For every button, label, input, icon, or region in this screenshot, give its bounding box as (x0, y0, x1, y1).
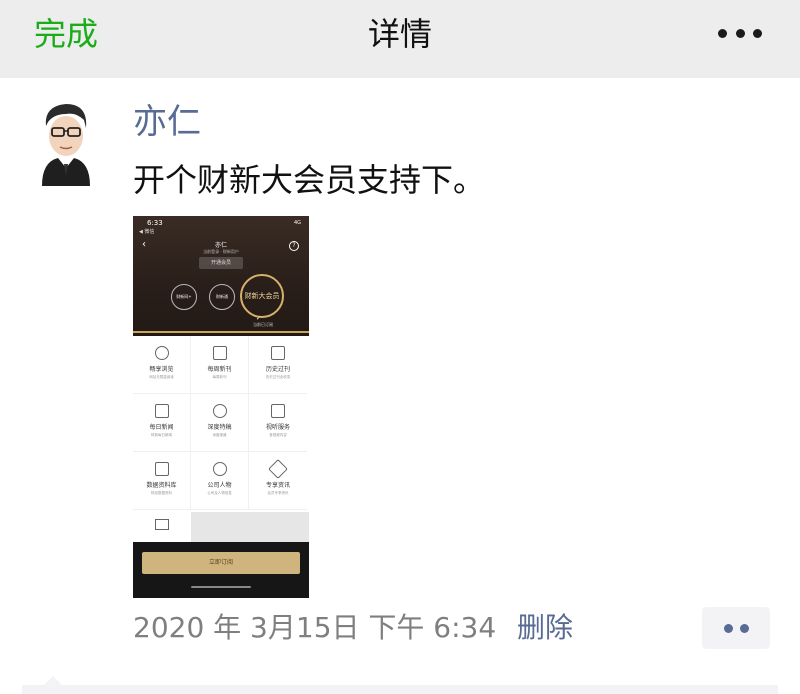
image-feature-sub: 公司及人物信息 (207, 491, 232, 495)
image-profile-name: 亦仁 (214, 242, 227, 249)
image-back-app: ◀ 微信 (139, 229, 155, 235)
author-name[interactable]: 亦仁 (133, 100, 201, 144)
image-feature: 公司人物公司及人物信息 (191, 452, 249, 510)
image-feature-title: 公司人物 (207, 482, 232, 489)
magazine-icon (212, 346, 227, 360)
image-feature-title: 每周新刊 (207, 366, 232, 373)
image-badge: 财新通 (209, 284, 235, 310)
image-feature-sub: 历史过刊全收录 (265, 375, 291, 379)
image-feature-sub: 财新每日新闻 (151, 433, 172, 437)
image-feature: 畅享浏览网站无限量阅读 (133, 336, 191, 394)
page-title: 详情 (367, 15, 432, 53)
diamond-icon (268, 459, 288, 479)
image-status-time: 6:33 (147, 219, 163, 227)
image-feature-sub: 每周新刊 (212, 375, 227, 379)
image-feature-title: 深度特稿 (207, 424, 232, 431)
archive-icon (271, 346, 285, 360)
comment-area (22, 685, 778, 694)
image-feature-grid: 畅享浏览 网站无限量阅读 每周新刊 每周新刊 历史过刊 历史过刊全收录 每日新闻 财新每… (133, 336, 309, 510)
comment-like-dots-icon[interactable] (702, 607, 770, 649)
image-feature-title: 视听服务 (265, 424, 290, 431)
post-image[interactable]: 6:33 4G ◀ 微信 ‹ ? 亦仁 当前登录 · 财新用户 开通会员 财新网… (133, 216, 309, 598)
top-navbar: 完成 详情 (0, 0, 800, 78)
image-header: 6:33 4G ◀ 微信 ‹ ? 亦仁 当前登录 · 财新用户 开通会员 财新网… (133, 216, 309, 336)
avatar[interactable] (36, 98, 96, 186)
image-feature-title: 数据资料库 (146, 482, 177, 489)
image-feature-sub: 网站无限量阅读 (149, 375, 174, 379)
image-feature-sub: 会员专享资讯 (267, 491, 289, 495)
image-gray-block (191, 512, 309, 542)
clock-icon (154, 346, 169, 360)
image-feature: 视听服务 音视频内容 (249, 394, 307, 452)
image-feature-title: 每日新闻 (149, 424, 174, 431)
image-feature-partial (133, 512, 191, 542)
image-feature-title: 历史过刊 (265, 366, 290, 373)
image-feature: 深度特稿 深度报道 (191, 394, 249, 452)
news-icon (154, 404, 169, 418)
image-feature: 专享资讯会员专享资讯 (249, 452, 307, 510)
image-feature: 数据资料库财经数据资料 (133, 452, 191, 510)
image-feature-sub: 深度报道 (212, 433, 227, 437)
image-check-icon: ✓ (256, 315, 262, 322)
image-subscribe-button: 立即订阅 (142, 552, 300, 574)
image-home-indicator (191, 586, 251, 588)
image-badge: 财新网+ (171, 284, 197, 310)
search-icon (212, 404, 227, 418)
comment-area-caret (44, 676, 62, 685)
image-feature: 每周新刊 每周新刊 (191, 336, 249, 394)
image-footer: 立即订阅 (133, 542, 309, 598)
audio-icon (271, 404, 285, 418)
image-feature: 历史过刊历史过刊全收录 (249, 336, 307, 394)
post-text: 开个财新大会员支持下。 (133, 161, 486, 199)
image-badge-selected: 财新大会员 (240, 274, 284, 318)
image-feature: 每日新闻财新每日新闻 (133, 394, 191, 452)
delete-button[interactable]: 删除 (517, 608, 573, 648)
monitor-icon (155, 519, 169, 530)
image-feature-title: 畅享浏览 (149, 366, 174, 373)
image-feature-sub: 音视频内容 (269, 433, 287, 437)
image-divider (133, 331, 309, 333)
post-timestamp: 2020 年 3月15日 下午 6:34 (133, 611, 497, 644)
image-pill: 开通会员 (199, 257, 243, 269)
image-profile-sub: 当前登录 · 财新用户 (203, 249, 239, 254)
person-icon (212, 462, 227, 476)
folder-icon (154, 462, 169, 476)
image-feature-sub: 财经数据资料 (151, 491, 172, 495)
more-dots-icon[interactable] (716, 14, 764, 52)
image-selected-label: 当前已订阅 (253, 322, 273, 327)
image-status-signal: 4G (293, 220, 301, 226)
image-feature-title: 专享资讯 (265, 482, 290, 489)
